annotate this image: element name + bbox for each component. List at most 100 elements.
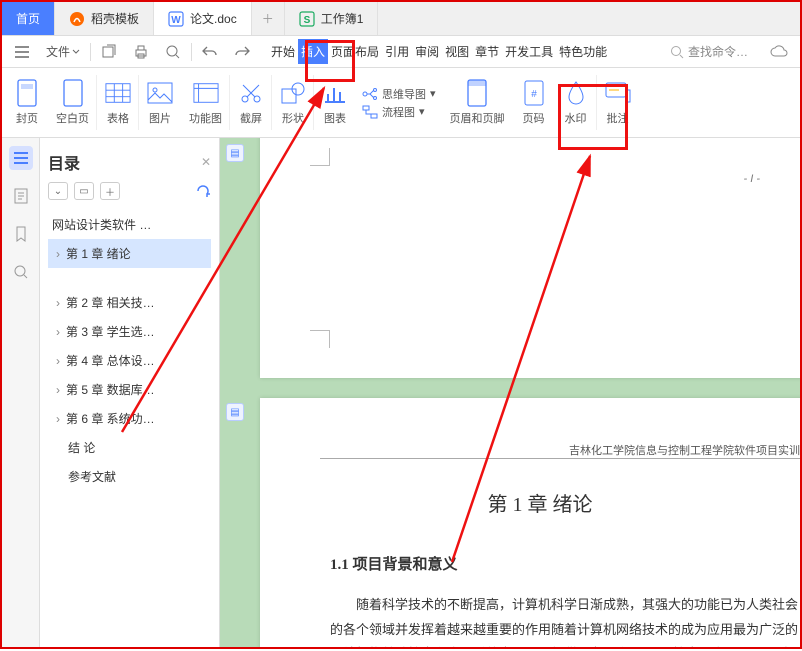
margin-corner-icon <box>310 330 330 348</box>
toc-chapter-1[interactable]: ›第 1 章 绪论 <box>48 239 211 268</box>
file-menu[interactable]: 文件 <box>40 39 86 64</box>
tab-docker-label: 稻壳模板 <box>91 10 139 27</box>
ribbon-chart[interactable]: 图表 <box>314 68 356 137</box>
menu-reference[interactable]: 引用 <box>382 39 412 64</box>
cloud-icon[interactable] <box>764 41 794 63</box>
refresh-icon[interactable] <box>195 183 211 199</box>
shape-icon <box>280 80 306 106</box>
menu-chapter[interactable]: 章节 <box>472 39 502 64</box>
document-page-2: 吉林化工学院信息与控制工程学院软件项目实训 第 1 章 绪论 1.1 项目背景和… <box>260 398 800 647</box>
ribbon-flowchart[interactable]: 流程图 ▾ <box>362 104 436 120</box>
margin-corner-icon <box>310 148 330 166</box>
body-paragraph: 随着科学技术的不断提高，计算机科学日渐成熟，其强大的功能已为人类社会的各个领域并… <box>330 593 800 647</box>
tab-document-label: 论文.doc <box>190 10 237 27</box>
ribbon-shape[interactable]: 形状 <box>272 68 314 137</box>
separator <box>90 43 91 61</box>
chevron-down-icon: ▾ <box>419 105 425 118</box>
svg-text:S: S <box>303 15 310 26</box>
tab-add[interactable]: ＋ <box>252 2 285 35</box>
ribbon-header-footer[interactable]: 页眉和页脚 <box>442 68 513 137</box>
toc-chapter-4[interactable]: ›第 4 章 总体设… <box>48 346 211 375</box>
spreadsheet-icon: S <box>299 11 315 27</box>
separator <box>191 43 192 61</box>
tab-workbook-label: 工作簿1 <box>321 10 364 27</box>
tab-document[interactable]: W 论文.doc <box>154 2 252 35</box>
menu-view[interactable]: 视图 <box>442 39 472 64</box>
ribbon-page-number[interactable]: # 页码 <box>513 68 555 137</box>
func-image-icon <box>193 80 219 106</box>
toc-chapter-5[interactable]: ›第 5 章 数据库… <box>48 375 211 404</box>
docker-icon <box>69 11 85 27</box>
tab-docker-templates[interactable]: 稻壳模板 <box>55 2 154 35</box>
menu-review[interactable]: 审阅 <box>412 39 442 64</box>
collapse-all-button[interactable]: ⌄ <box>48 182 68 200</box>
section-heading: 1.1 项目背景和意义 <box>330 553 458 574</box>
toc-references[interactable]: 参考文献 <box>48 462 211 491</box>
hamburger-icon[interactable] <box>8 42 36 62</box>
chevron-down-icon: ▾ <box>430 87 436 100</box>
cover-page-icon <box>14 80 40 106</box>
undo-icon[interactable] <box>196 41 224 63</box>
ribbon-blank-page[interactable]: 空白页 <box>48 68 97 137</box>
menu-devtool[interactable]: 开发工具 <box>502 39 556 64</box>
toc-chapter-6[interactable]: ›第 6 章 系统功… <box>48 404 211 433</box>
ribbon-cover-page[interactable]: 封页 <box>6 68 48 137</box>
toc-chapter-2[interactable]: ›第 2 章 相关技… <box>48 288 211 317</box>
page-setting-icon[interactable]: ▤ <box>226 403 244 421</box>
tab-home-label: 首页 <box>16 10 40 27</box>
close-icon[interactable]: ✕ <box>201 155 211 169</box>
menu-start[interactable]: 开始 <box>268 39 298 64</box>
menu-insert[interactable]: 插入 <box>298 39 328 64</box>
redo-icon[interactable] <box>228 41 256 63</box>
flowchart-icon <box>362 105 378 119</box>
toc-chapter-3[interactable]: ›第 3 章 学生选… <box>48 317 211 346</box>
chart-icon <box>322 80 348 106</box>
ribbon-mindmap[interactable]: 思维导图 ▾ <box>362 86 436 102</box>
ribbon-diagram-stack: 思维导图 ▾ 流程图 ▾ <box>356 86 442 120</box>
add-button[interactable]: ＋ <box>100 182 120 200</box>
tab-home[interactable]: 首页 <box>2 2 55 35</box>
search-command[interactable]: 查找命令… <box>662 43 756 60</box>
menu-special[interactable]: 特色功能 <box>556 39 610 64</box>
header-footer-icon <box>464 80 490 106</box>
expand-button[interactable]: ▭ <box>74 182 94 200</box>
svg-text:#: # <box>531 89 537 100</box>
sidebar-search-icon[interactable] <box>9 260 33 284</box>
ribbon-picture[interactable]: 图片 <box>139 68 181 137</box>
page-header-text: 吉林化工学院信息与控制工程学院软件项目实训 <box>569 442 800 458</box>
svg-text:W: W <box>171 15 181 26</box>
table-icon <box>105 80 131 106</box>
sidebar-outline-icon[interactable] <box>9 146 33 170</box>
header-rule <box>320 458 800 459</box>
document-page-1: - I - <box>260 138 800 378</box>
ribbon-func-image[interactable]: 功能图 <box>181 68 230 137</box>
page-number-text: - I - <box>744 173 761 185</box>
document-canvas[interactable]: ▤ ▤ - I - 吉林化工学院信息与控制工程学院软件项目实训 第 1 章 绪论… <box>220 138 800 647</box>
blank-page-icon <box>60 80 86 106</box>
mindmap-icon <box>362 87 378 101</box>
toc-root[interactable]: 网站设计类软件 … <box>48 210 211 239</box>
picture-icon <box>147 80 173 106</box>
search-icon <box>670 45 684 59</box>
chapter-heading: 第 1 章 绪论 <box>260 488 800 517</box>
ribbon-screenshot[interactable]: 截屏 <box>230 68 272 137</box>
print-icon[interactable] <box>127 40 155 64</box>
word-doc-icon: W <box>168 11 184 27</box>
ribbon-comment[interactable]: 批注 <box>597 68 639 137</box>
page-number-icon: # <box>521 80 547 106</box>
ribbon-watermark[interactable]: 水印 <box>555 68 597 137</box>
sidebar-thumbnail-icon[interactable] <box>9 184 33 208</box>
preview-icon[interactable] <box>159 40 187 64</box>
new-tab-icon[interactable] <box>95 40 123 64</box>
menu-page-layout[interactable]: 页面布局 <box>328 39 382 64</box>
tab-workbook[interactable]: S 工作簿1 <box>285 2 379 35</box>
watermark-icon <box>563 80 589 106</box>
comment-icon <box>605 80 631 106</box>
outline-title: 目录 <box>48 150 80 174</box>
toc-conclusion[interactable]: 结 论 <box>48 433 211 462</box>
ribbon-table[interactable]: 表格 <box>97 68 139 137</box>
sidebar-bookmark-icon[interactable] <box>9 222 33 246</box>
plus-icon: ＋ <box>262 10 274 27</box>
page-setting-icon[interactable]: ▤ <box>226 144 244 162</box>
scissors-icon <box>238 80 264 106</box>
